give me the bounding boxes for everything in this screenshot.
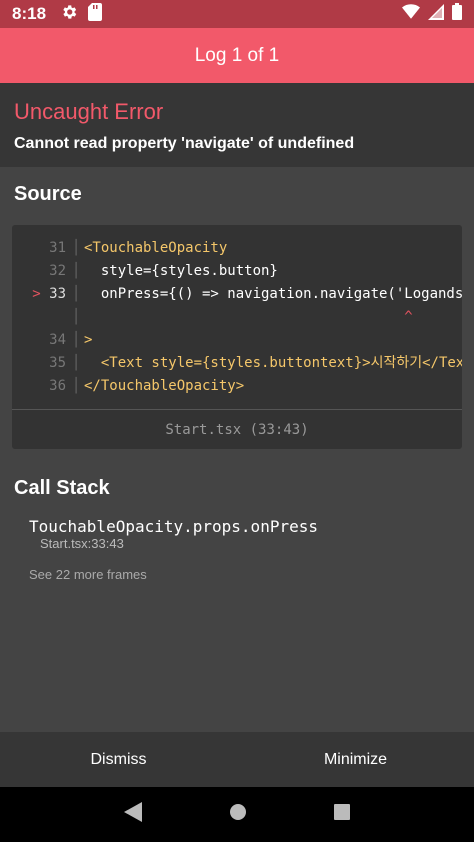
see-more-frames-link[interactable]: See 22 more frames [29, 567, 147, 582]
code-line: │ ^ [12, 306, 462, 329]
recents-icon[interactable] [334, 804, 351, 825]
main-content[interactable]: Source 31 │ <TouchableOpacity 32 │ style… [0, 167, 474, 732]
minimize-button[interactable]: Minimize [237, 732, 474, 787]
signal-icon [428, 3, 444, 25]
log-counter: Log 1 of 1 [194, 44, 280, 66]
line-number: 36 [49, 378, 66, 394]
home-icon[interactable] [229, 803, 247, 826]
error-title: Uncaught Error [14, 99, 164, 124]
code-line: 34 │ > [12, 329, 462, 352]
error-panel: Uncaught Error Cannot read property 'nav… [0, 83, 474, 167]
error-caret: ^ [84, 309, 413, 325]
code-line: 35 │ <Text style={styles.buttontext}>시작하… [12, 352, 462, 375]
error-message: Cannot read property 'navigate' of undef… [14, 135, 355, 152]
code-text: > [84, 332, 93, 348]
code-text: style={styles.button} [84, 263, 278, 279]
line-number: 34 [49, 332, 66, 348]
navigation-bar [0, 787, 474, 842]
line-number: 31 [49, 240, 66, 256]
sd-card-icon [88, 2, 103, 26]
error-line-marker: > [32, 286, 41, 302]
code-line: 32 │ style={styles.button} [12, 260, 462, 283]
dismiss-button[interactable]: Dismiss [0, 732, 237, 787]
code-text: </TouchableOpacity> [84, 378, 245, 394]
code-line: 36 │ </TouchableOpacity> [12, 375, 462, 398]
status-time: 8:18 [12, 4, 47, 23]
line-number: 35 [49, 355, 66, 371]
line-number: > 33 [32, 286, 66, 302]
call-stack-title: Call Stack [14, 477, 110, 499]
code-frame: 31 │ <TouchableOpacity 32 │ style={style… [12, 225, 462, 449]
line-number [12, 306, 72, 329]
stack-frame-location[interactable]: Start.tsx:33:43 [40, 536, 124, 551]
status-bar: 8:18 [0, 0, 474, 28]
wifi-icon [402, 3, 420, 25]
code-text: onPress={() => navigation.navigate('Loga… [84, 286, 462, 302]
code-text: <Text style={styles.buttontext}>시작하기</Te… [84, 355, 462, 371]
source-file-location[interactable]: Start.tsx (33:43) [12, 409, 462, 449]
stack-frame-method[interactable]: TouchableOpacity.props.onPress [29, 517, 318, 536]
gear-icon [60, 3, 78, 26]
code-line: 31 │ <TouchableOpacity [12, 237, 462, 260]
footer: Dismiss Minimize [0, 732, 474, 787]
log-header: Log 1 of 1 [0, 28, 474, 83]
line-number: 32 [49, 263, 66, 279]
code-text: <TouchableOpacity [84, 240, 228, 256]
back-icon[interactable] [123, 802, 142, 827]
battery-icon [452, 3, 462, 25]
source-title: Source [14, 183, 82, 205]
code-line-highlighted: > 33 │ onPress={() => navigation.navigat… [12, 283, 462, 306]
